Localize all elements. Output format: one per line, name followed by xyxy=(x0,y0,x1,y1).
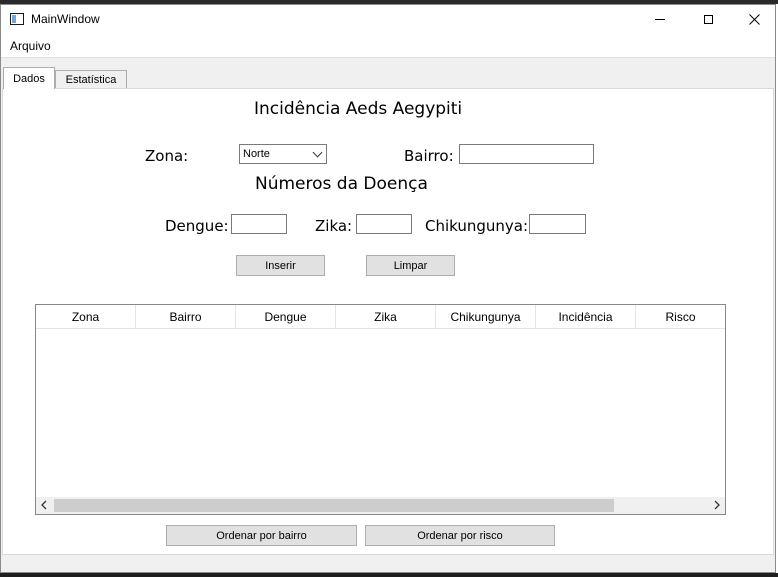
column-header-zona[interactable]: Zona xyxy=(36,305,136,328)
maximize-button[interactable] xyxy=(685,5,731,33)
zona-label: Zona: xyxy=(145,147,189,165)
bairro-label: Bairro: xyxy=(404,147,454,165)
minimize-icon xyxy=(655,18,665,20)
tab-panel-dados: Incidência Aeds Aegypiti Zona: Norte Bai… xyxy=(2,88,774,555)
background-console-strip xyxy=(0,573,778,577)
main-window: MainWindow Arquivo Dados Estatística Inc… xyxy=(0,4,776,573)
tab-label: Estatística xyxy=(65,74,117,86)
dengue-label: Dengue: xyxy=(165,217,229,235)
column-header-zika[interactable]: Zika xyxy=(336,305,436,328)
zika-label: Zika: xyxy=(315,217,353,235)
chevron-right-icon[interactable] xyxy=(713,500,721,510)
horizontal-scrollbar[interactable] xyxy=(36,497,725,514)
inserir-button[interactable]: Inserir xyxy=(236,255,325,276)
tab-bar: Dados Estatística xyxy=(1,67,775,89)
chikungunya-label: Chikungunya: xyxy=(425,217,529,235)
dengue-input[interactable] xyxy=(231,214,287,234)
close-button[interactable] xyxy=(731,5,777,33)
scrollbar-thumb[interactable] xyxy=(54,499,614,512)
zona-selected-value: Norte xyxy=(243,148,270,160)
form-title: Incidência Aeds Aegypiti xyxy=(254,99,463,119)
zona-select[interactable]: Norte xyxy=(239,144,327,164)
chevron-left-icon[interactable] xyxy=(40,500,48,510)
tab-estatistica[interactable]: Estatística xyxy=(55,70,127,89)
column-header-bairro[interactable]: Bairro xyxy=(136,305,236,328)
table-header: Zona Bairro Dengue Zika Chikungunya Inci… xyxy=(36,305,725,329)
close-icon xyxy=(748,13,760,25)
window-icon xyxy=(10,13,24,25)
column-header-dengue[interactable]: Dengue xyxy=(236,305,336,328)
tab-dados[interactable]: Dados xyxy=(3,67,55,89)
doenca-title: Números da Doença xyxy=(255,174,428,194)
sort-by-bairro-button[interactable]: Ordenar por bairro xyxy=(166,525,357,546)
maximize-icon xyxy=(703,14,713,24)
bairro-input[interactable] xyxy=(459,144,594,164)
column-header-chikungunya[interactable]: Chikungunya xyxy=(436,305,536,328)
minimize-button[interactable] xyxy=(637,5,683,33)
limpar-button[interactable]: Limpar xyxy=(366,255,455,276)
chevron-down-icon xyxy=(312,147,323,158)
column-header-risco[interactable]: Risco xyxy=(636,305,725,328)
status-bar xyxy=(1,555,775,572)
window-title: MainWindow xyxy=(31,12,100,26)
menu-item-arquivo[interactable]: Arquivo xyxy=(10,39,51,53)
sort-by-risco-button[interactable]: Ordenar por risco xyxy=(365,525,555,546)
column-header-incidencia[interactable]: Incidência xyxy=(536,305,636,328)
zika-input[interactable] xyxy=(356,214,412,234)
chikungunya-input[interactable] xyxy=(529,214,586,234)
menu-bar: Arquivo xyxy=(1,35,775,58)
data-table[interactable]: Zona Bairro Dengue Zika Chikungunya Inci… xyxy=(35,304,726,515)
title-bar: MainWindow xyxy=(1,5,775,35)
tab-label: Dados xyxy=(13,72,45,85)
